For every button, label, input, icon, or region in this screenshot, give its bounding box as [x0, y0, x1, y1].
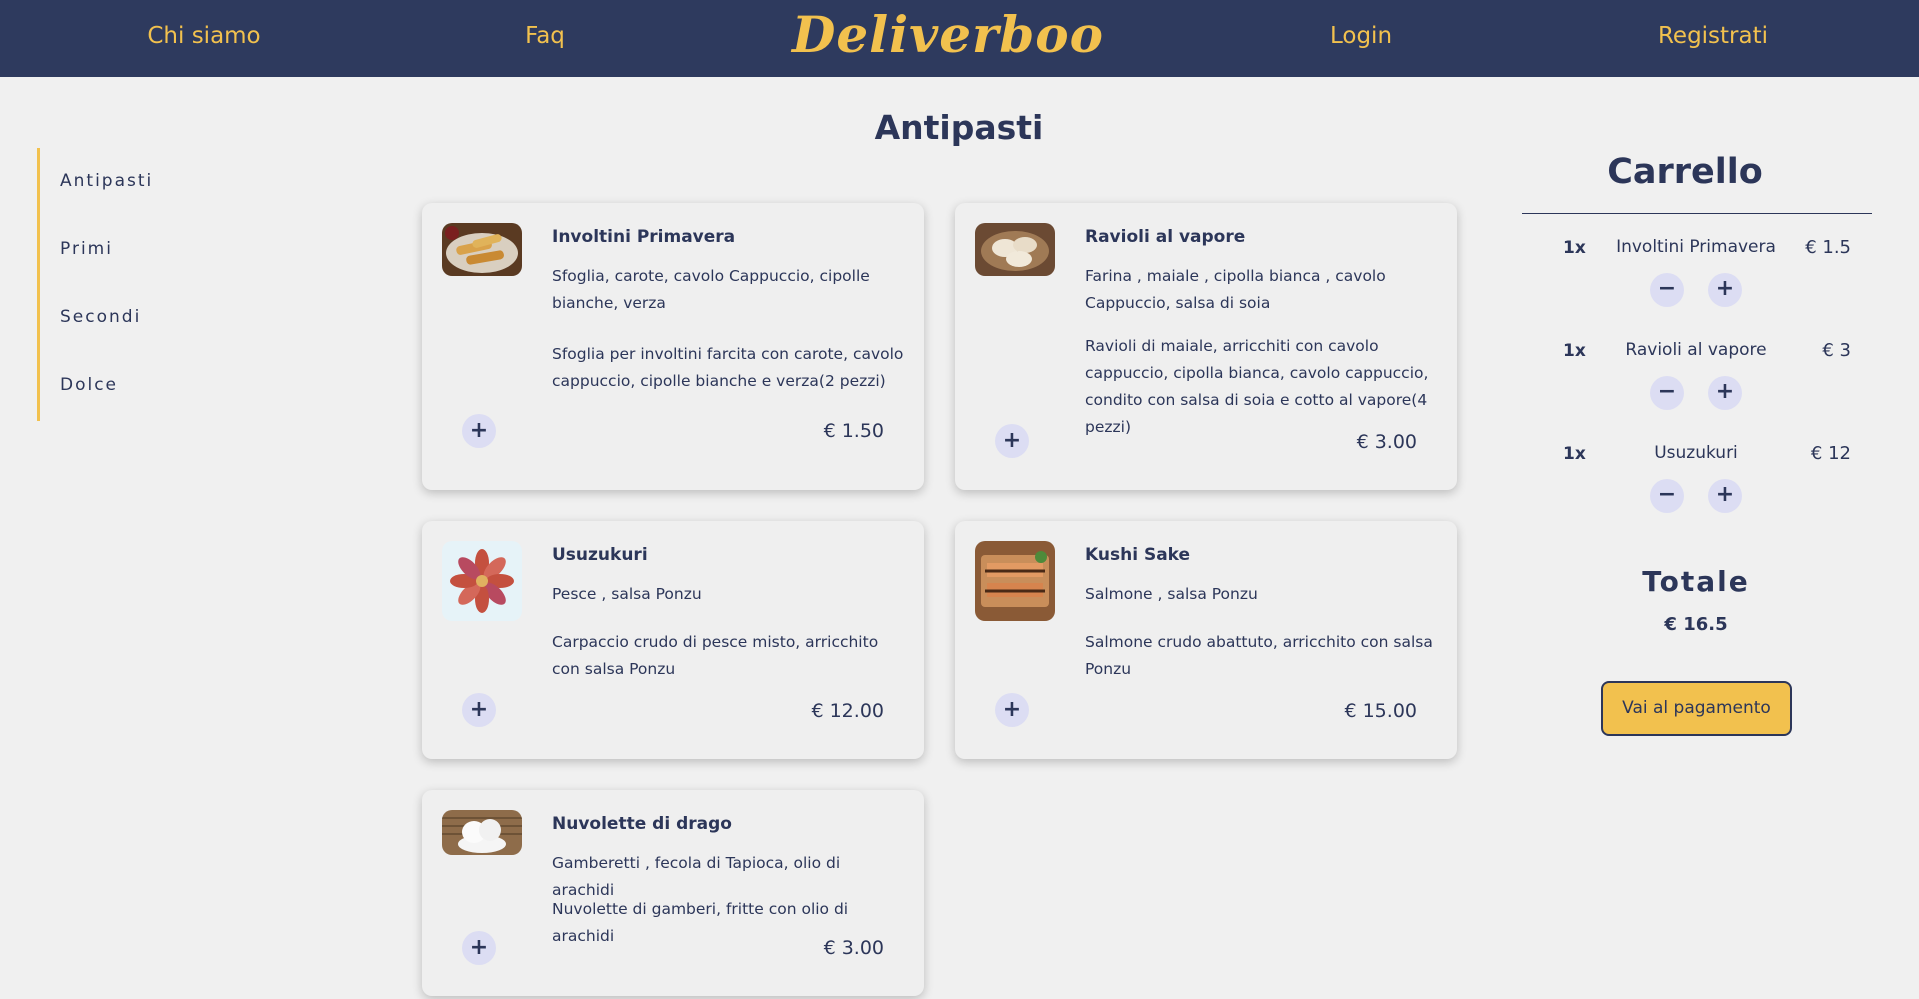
dish-price: € 1.50 — [823, 420, 884, 442]
prawn-crackers-photo — [442, 810, 522, 855]
decrease-quantity-button[interactable]: − — [1650, 479, 1684, 513]
add-to-cart-button[interactable]: + — [462, 414, 496, 448]
increase-quantity-button[interactable]: + — [1708, 376, 1742, 410]
cart-item-name: Usuzukuri — [1654, 443, 1738, 463]
dish-card: Usuzukuri Pesce , salsa Ponzu Carpaccio … — [422, 521, 924, 759]
add-to-cart-button[interactable]: + — [462, 931, 496, 965]
dish-description: Salmone crudo abattuto, arricchito con s… — [1085, 633, 1433, 678]
cart-item-price: € 1.5 — [1805, 237, 1851, 258]
total-value: € 16.5 — [1664, 614, 1728, 635]
salmon-skewer-photo — [975, 541, 1055, 621]
dish-description: Carpaccio crudo di pesce misto, arricchi… — [552, 633, 879, 678]
cart-item-quantity: 1x — [1563, 341, 1586, 361]
nav-link-login[interactable]: Login — [1330, 0, 1392, 77]
dish-name: Usuzukuri — [552, 545, 648, 565]
dish-ingredients: Farina , maiale , cipolla bianca , cavol… — [1085, 267, 1386, 312]
dish-price: € 15.00 — [1344, 700, 1417, 722]
dumplings-photo — [975, 223, 1055, 276]
sidebar-item-dolce[interactable]: Dolce — [60, 375, 118, 395]
dish-ingredients: Pesce , salsa Ponzu — [552, 585, 702, 603]
checkout-button[interactable]: Vai al pagamento — [1601, 681, 1792, 736]
category-sidebar: Antipasti Primi Secondi Dolce — [37, 148, 237, 421]
dish-ingredients: Salmone , salsa Ponzu — [1085, 585, 1258, 603]
dish-card: Nuvolette di drago Gamberetti , fecola d… — [422, 790, 924, 996]
cart-divider — [1522, 213, 1872, 214]
dish-price: € 3.00 — [1356, 431, 1417, 453]
nav-link-chi-siamo[interactable]: Chi siamo — [147, 0, 260, 77]
add-to-cart-button[interactable]: + — [995, 424, 1029, 458]
sidebar-item-secondi[interactable]: Secondi — [60, 307, 141, 327]
decrease-quantity-button[interactable]: − — [1650, 376, 1684, 410]
nav-link-faq[interactable]: Faq — [525, 0, 565, 77]
top-navbar: Chi siamo Faq Deliverboo Login Registrat… — [0, 0, 1919, 77]
decrease-quantity-button[interactable]: − — [1650, 273, 1684, 307]
add-to-cart-button[interactable]: + — [462, 693, 496, 727]
dish-name: Ravioli al vapore — [1085, 227, 1246, 247]
dish-card: Involtini Primavera Sfoglia, carote, cav… — [422, 203, 924, 490]
cart-item-price: € 3 — [1822, 340, 1851, 361]
sidebar-item-primi[interactable]: Primi — [60, 239, 113, 259]
total-label: Totale — [1642, 565, 1750, 598]
spring-rolls-photo — [442, 223, 522, 276]
dish-price: € 3.00 — [823, 937, 884, 959]
add-to-cart-button[interactable]: + — [995, 693, 1029, 727]
dish-card: Kushi Sake Salmone , salsa Ponzu Salmone… — [955, 521, 1457, 759]
cart-item-name: Involtini Primavera — [1616, 237, 1776, 257]
cart-item-quantity: 1x — [1563, 238, 1586, 258]
dish-ingredients: Sfoglia, carote, cavolo Cappuccio, cipol… — [552, 267, 870, 312]
cart-item-quantity: 1x — [1563, 444, 1586, 464]
dish-description: Sfoglia per involtini farcita con carote… — [552, 345, 904, 390]
dish-name: Nuvolette di drago — [552, 814, 732, 834]
dish-description: Ravioli di maiale, arricchiti con cavolo… — [1085, 337, 1429, 436]
fish-carpaccio-photo — [442, 541, 522, 621]
dish-name: Kushi Sake — [1085, 545, 1191, 565]
brand-logo[interactable]: Deliverboo — [792, 2, 1104, 68]
cart-title: Carrello — [1607, 152, 1763, 192]
dish-price: € 12.00 — [811, 700, 884, 722]
cart-item-name: Ravioli al vapore — [1625, 340, 1767, 360]
dish-card: Ravioli al vapore Farina , maiale , cipo… — [955, 203, 1457, 490]
increase-quantity-button[interactable]: + — [1708, 479, 1742, 513]
dish-name: Involtini Primavera — [552, 227, 736, 247]
increase-quantity-button[interactable]: + — [1708, 273, 1742, 307]
section-title: Antipasti — [874, 108, 1044, 147]
nav-link-registrati[interactable]: Registrati — [1658, 0, 1768, 77]
sidebar-item-antipasti[interactable]: Antipasti — [60, 171, 153, 191]
cart-item-price: € 12 — [1810, 443, 1851, 464]
